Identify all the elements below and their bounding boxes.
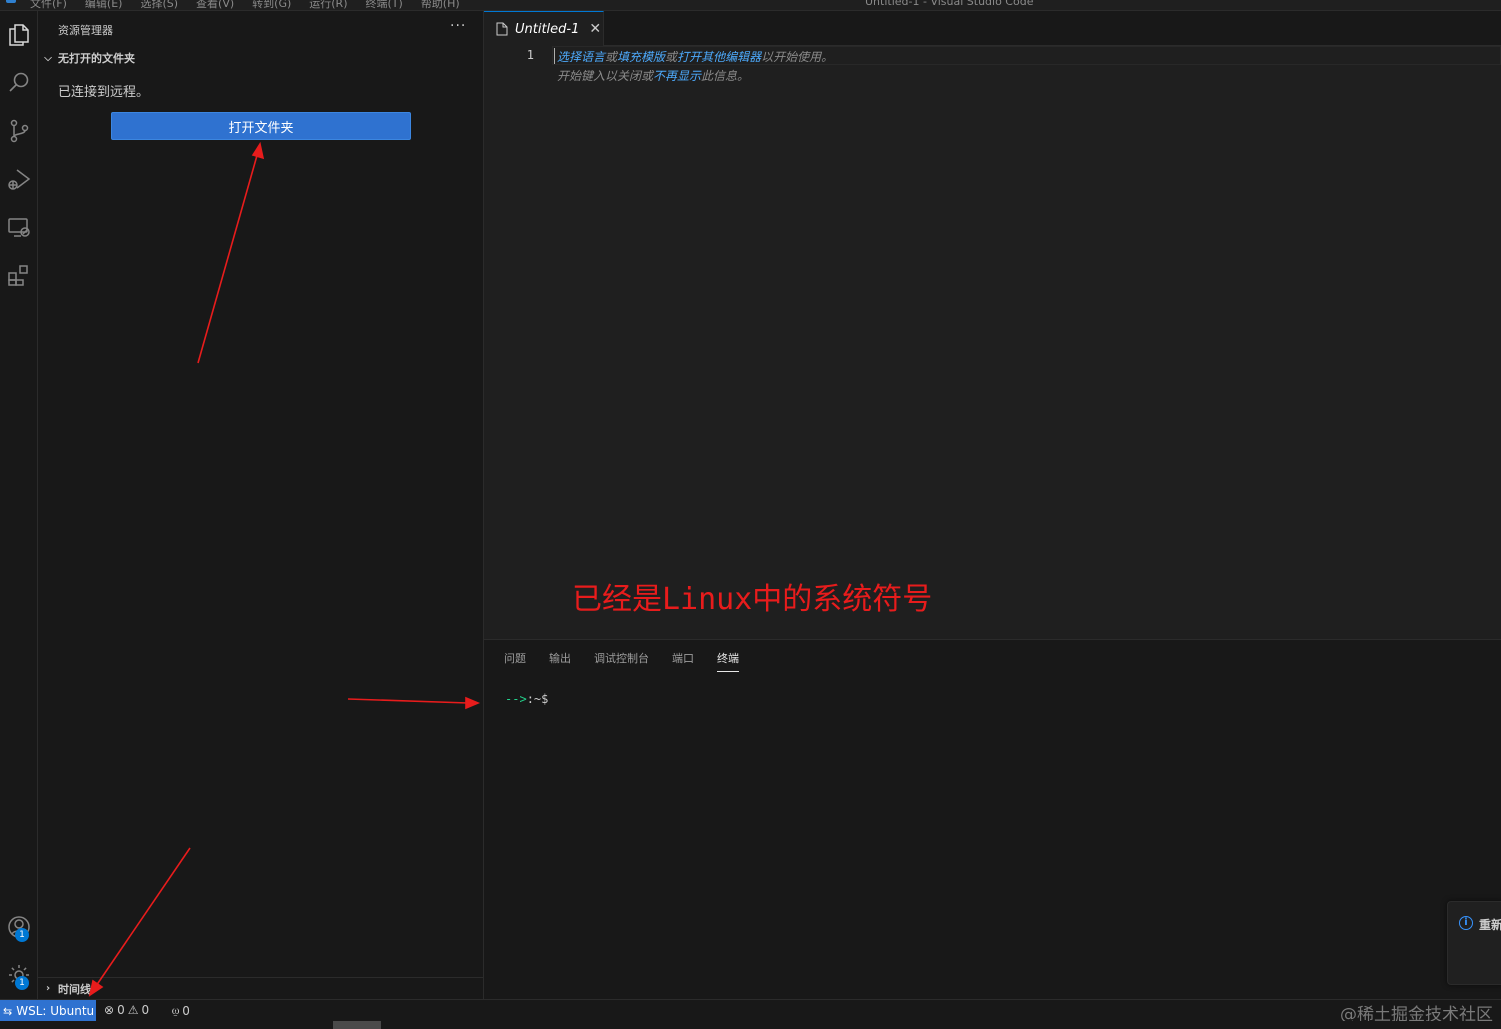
tab-untitled-1[interactable]: Untitled-1 ✕ [484, 11, 604, 46]
accounts-icon[interactable]: 1 [0, 905, 38, 949]
notification-text: 重新 [1479, 918, 1501, 932]
menu-item-selection[interactable]: 选择(S) [140, 0, 178, 10]
remote-connected-message: 已连接到远程。 [58, 85, 150, 100]
chevron-right-icon: › [45, 983, 51, 994]
error-icon: ⊗ [104, 1003, 115, 1017]
source-control-icon[interactable] [0, 109, 38, 153]
timeline-section-header[interactable]: › 时间线 [38, 977, 484, 999]
annotation-text: 已经是Linux中的系统符号 [572, 582, 933, 617]
chevron-down-icon: ⌵ [44, 52, 52, 64]
problems-indicator[interactable]: ⊗ 0 ⚠ 0 [104, 1003, 149, 1017]
terminal-prompt[interactable]: -->:~$ [505, 692, 548, 706]
editor-hint-line-1: 选择语言或填充模版或打开其他编辑器以开始使用。 [557, 48, 833, 65]
editor-hint-line-2: 开始键入以关闭或不再显示此信息。 [557, 67, 749, 84]
settings-gear-icon[interactable]: 1 [0, 953, 38, 997]
no-folder-section-header[interactable]: ⌵ 无打开的文件夹 [38, 47, 484, 69]
tab-problems[interactable]: 问题 [504, 650, 526, 672]
status-bar: ⇆ WSL: Ubuntu ⊗ 0 ⚠ 0 ⍹ 0 @稀土掘金技术社区 [0, 999, 1501, 1025]
scroll-thumb[interactable] [333, 1021, 381, 1029]
prompt-path: :~$ [526, 692, 549, 706]
error-count: 0 [117, 1003, 125, 1017]
accounts-badge: 1 [15, 928, 29, 942]
hint-text: 或 [665, 50, 678, 64]
window-title: Untitled-1 - Visual Studio Code [865, 0, 1034, 8]
dont-show-again-link[interactable]: 不再显示 [653, 69, 701, 83]
hint-text: 此信息。 [701, 69, 750, 83]
menu-item-view[interactable]: 查看(V) [196, 0, 234, 10]
tab-terminal[interactable]: 终端 [717, 650, 739, 672]
menu-item-go[interactable]: 转到(G) [252, 0, 291, 10]
editor-area: Untitled-1 ✕ 1 选择语言或填充模版或打开其他编辑器以开始使用。 开… [484, 11, 1501, 639]
close-icon[interactable]: ✕ [589, 21, 601, 37]
explorer-sidebar: 资源管理器 ··· ⌵ 无打开的文件夹 已连接到远程。 打开文件夹 › 时间线 [38, 11, 484, 999]
sidebar-title: 资源管理器 [58, 24, 113, 37]
activity-bar: 1 1 [0, 11, 38, 999]
remote-indicator[interactable]: ⇆ WSL: Ubuntu [0, 1000, 96, 1022]
search-icon[interactable] [0, 61, 38, 105]
file-icon [496, 22, 508, 36]
vscode-logo-icon [6, 0, 16, 3]
warning-icon: ⚠ [127, 1003, 139, 1017]
tab-debug-console[interactable]: 调试控制台 [594, 650, 649, 672]
explorer-icon[interactable] [0, 13, 38, 57]
extensions-icon[interactable] [0, 253, 38, 297]
ports-count: 0 [182, 1003, 190, 1018]
remote-label: WSL: Ubuntu [16, 1004, 95, 1018]
editor-tabs: Untitled-1 ✕ [484, 11, 1501, 46]
notification-toast[interactable]: i 重新 [1447, 901, 1501, 985]
menu-item-terminal[interactable]: 终端(T) [366, 0, 403, 10]
tab-ports[interactable]: 端口 [672, 650, 694, 672]
prompt-arrow: --> [505, 692, 527, 706]
text-cursor [554, 48, 555, 64]
broadcast-icon: ⍹ [172, 1003, 180, 1017]
panel-tabs: 问题 输出 调试控制台 端口 终端 [504, 650, 762, 672]
menu-bar: 文件(F) 编辑(E) 选择(S) 查看(V) 转到(G) 运行(R) 终端(T… [0, 0, 1501, 11]
run-debug-icon[interactable] [0, 157, 38, 201]
hint-text: 开始键入以关闭或 [557, 69, 654, 83]
menu-item-edit[interactable]: 编辑(E) [85, 0, 123, 10]
remote-icon: ⇆ [3, 1004, 13, 1018]
open-folder-button[interactable]: 打开文件夹 [111, 112, 411, 140]
select-language-link[interactable]: 选择语言 [557, 50, 605, 64]
bottom-panel: 问题 输出 调试控制台 端口 终端 -->:~$ [484, 639, 1501, 999]
section-title: 无打开的文件夹 [58, 52, 135, 65]
more-actions-icon[interactable]: ··· [450, 18, 466, 34]
bottom-strip [0, 1021, 1501, 1029]
menu-items: 文件(F) 编辑(E) 选择(S) 查看(V) 转到(G) 运行(R) 终端(T… [30, 0, 460, 10]
menu-item-run[interactable]: 运行(R) [309, 0, 347, 10]
remote-explorer-icon[interactable] [0, 205, 38, 249]
line-number: 1 [526, 48, 534, 62]
timeline-title: 时间线 [58, 982, 91, 996]
open-other-editor-link[interactable]: 打开其他编辑器 [677, 50, 761, 64]
menu-item-file[interactable]: 文件(F) [30, 0, 67, 10]
hint-text: 或 [605, 50, 618, 64]
info-icon: i [1459, 916, 1473, 930]
settings-badge: 1 [15, 976, 29, 990]
tab-output[interactable]: 输出 [549, 650, 571, 672]
tab-label: Untitled-1 [515, 21, 580, 37]
warning-count: 0 [141, 1003, 150, 1017]
hint-text: 以开始使用。 [761, 50, 834, 64]
menu-item-help[interactable]: 帮助(H) [421, 0, 460, 10]
fill-template-link[interactable]: 填充模版 [617, 50, 665, 64]
ports-indicator[interactable]: ⍹ 0 [172, 1003, 190, 1018]
